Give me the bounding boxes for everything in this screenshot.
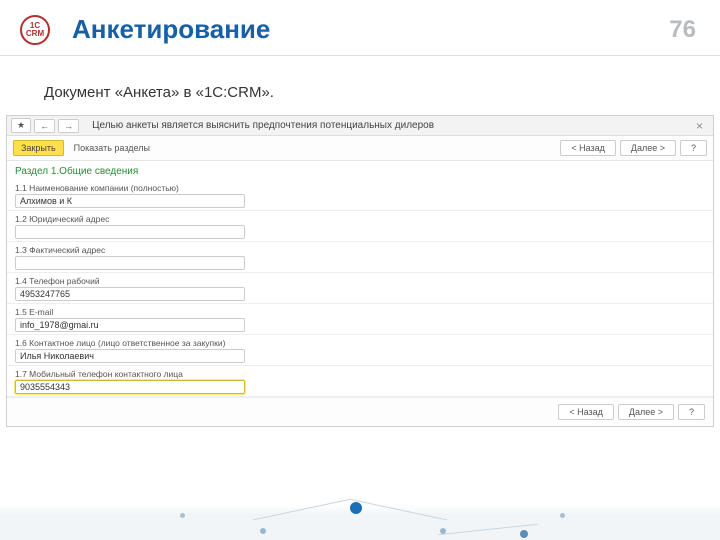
favorite-button[interactable]: ★ [11,118,31,133]
legal-address-input[interactable] [15,225,245,239]
actual-address-input[interactable] [15,256,245,270]
page-number: 76 [669,16,696,44]
decoration [0,504,720,540]
slide-title: Анкетирование [72,14,669,45]
field-label: 1.3 Фактический адрес [15,243,705,256]
section-title: Раздел 1.Общие сведения [7,161,713,180]
contact-person-input[interactable]: Илья Николаевич [15,349,245,363]
prev-button-footer[interactable]: < Назад [558,404,614,420]
next-button-footer[interactable]: Далее > [618,404,674,420]
field-label: 1.5 E-mail [15,305,705,318]
prev-button[interactable]: < Назад [560,140,616,156]
next-button[interactable]: Далее > [620,140,676,156]
email-input[interactable]: info_1978@gmai.ru [15,318,245,332]
slide-subtitle: Документ «Анкета» в «1С:CRM». [0,56,720,115]
logo-1c-crm: 1СCRM [20,15,50,45]
help-button[interactable]: ? [680,140,707,156]
close-icon[interactable]: × [690,119,709,133]
field-label: 1.1 Наименование компании (полностью) [15,181,705,194]
field-label: 1.4 Телефон рабочий [15,274,705,287]
company-name-input[interactable]: Алхимов и К [15,194,245,208]
show-sections-link[interactable]: Показать разделы [74,143,150,153]
field-label: 1.7 Мобильный телефон контактного лица [15,367,705,380]
work-phone-input[interactable]: 4953247765 [15,287,245,301]
app-window: ★ ← → Целью анкеты является выяснить пре… [6,115,714,427]
forward-button[interactable]: → [58,119,79,133]
field-label: 1.6 Контактное лицо (лицо ответственное … [15,336,705,349]
field-label: 1.2 Юридический адрес [15,212,705,225]
help-button-footer[interactable]: ? [678,404,705,420]
back-button[interactable]: ← [34,119,55,133]
mobile-phone-input[interactable]: 9035554343 [15,380,245,394]
window-title: Целью анкеты является выяснить предпочте… [92,120,690,131]
close-button[interactable]: Закрыть [13,140,64,156]
